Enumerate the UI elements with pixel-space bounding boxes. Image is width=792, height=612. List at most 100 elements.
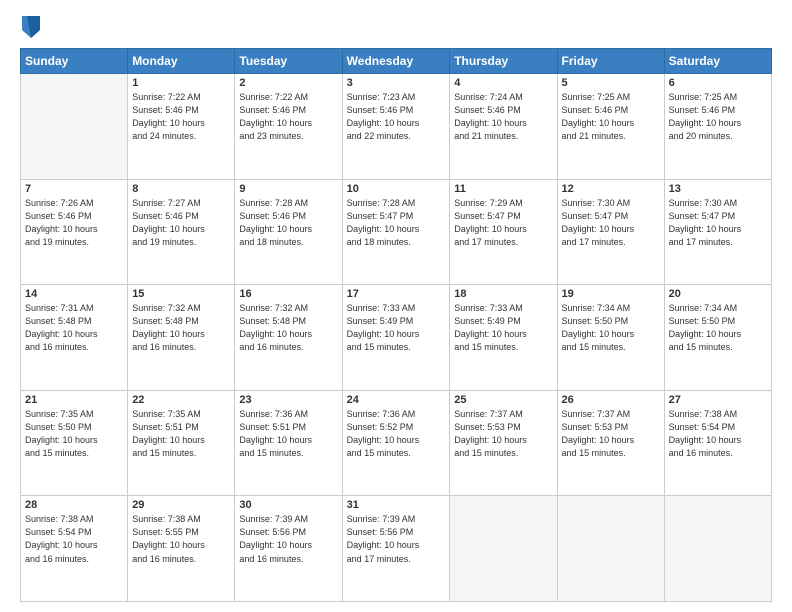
calendar-cell: 26Sunrise: 7:37 AM Sunset: 5:53 PM Dayli… bbox=[557, 390, 664, 496]
day-info: Sunrise: 7:28 AM Sunset: 5:46 PM Dayligh… bbox=[239, 197, 337, 249]
weekday-header-row: SundayMondayTuesdayWednesdayThursdayFrid… bbox=[21, 49, 772, 74]
calendar-cell: 19 Sunrise: 7:34 AM Sunset: 5:50 PM Dayli… bbox=[557, 285, 664, 391]
day-number: 3 bbox=[347, 77, 446, 89]
day-info: Sunrise: 7:26 AM Sunset: 5:46 PM Dayligh… bbox=[25, 197, 123, 249]
day-info: Sunrise: 7:35 AM Sunset: 5:51 PM Dayligh… bbox=[132, 408, 230, 460]
day-info: Sunrise: 7:34 AM Sunset: 5:50 PM Dayligh… bbox=[669, 302, 767, 354]
calendar-cell: 17 Sunrise: 7:33 AM Sunset: 5:49 PM Dayli… bbox=[342, 285, 450, 391]
calendar-cell: 2Sunrise: 7:22 AM Sunset: 5:46 PM Daylig… bbox=[235, 74, 342, 180]
weekday-header-wednesday: Wednesday bbox=[342, 49, 450, 74]
day-info: Sunrise: 7:34 AM Sunset: 5:50 PM Dayligh… bbox=[562, 302, 660, 354]
calendar-cell: 3 Sunrise: 7:23 AM Sunset: 5:46 PM Daylig… bbox=[342, 74, 450, 180]
week-row-1: 7 Sunrise: 7:26 AM Sunset: 5:46 PM Daylig… bbox=[21, 179, 772, 285]
day-number: 17 bbox=[347, 288, 446, 300]
calendar-cell: 12 Sunrise: 7:30 AM Sunset: 5:47 PM Dayli… bbox=[557, 179, 664, 285]
day-number: 22 bbox=[132, 394, 230, 406]
week-row-4: 28 Sunrise: 7:38 AM Sunset: 5:54 PM Dayli… bbox=[21, 496, 772, 602]
calendar-cell: 31Sunrise: 7:39 AM Sunset: 5:56 PM Dayli… bbox=[342, 496, 450, 602]
calendar-cell: 8 Sunrise: 7:27 AM Sunset: 5:46 PM Daylig… bbox=[128, 179, 235, 285]
day-info: Sunrise: 7:36 AM Sunset: 5:51 PM Dayligh… bbox=[239, 408, 337, 460]
day-number: 25 bbox=[454, 394, 552, 406]
day-info: Sunrise: 7:25 AM Sunset: 5:46 PM Dayligh… bbox=[562, 91, 660, 143]
day-number: 9 bbox=[239, 183, 337, 195]
calendar-cell bbox=[664, 496, 771, 602]
day-number: 21 bbox=[25, 394, 123, 406]
day-info: Sunrise: 7:33 AM Sunset: 5:49 PM Dayligh… bbox=[347, 302, 446, 354]
day-info: Sunrise: 7:27 AM Sunset: 5:46 PM Dayligh… bbox=[132, 197, 230, 249]
week-row-3: 21 Sunrise: 7:35 AM Sunset: 5:50 PM Dayli… bbox=[21, 390, 772, 496]
day-info: Sunrise: 7:33 AM Sunset: 5:49 PM Dayligh… bbox=[454, 302, 552, 354]
day-number: 28 bbox=[25, 499, 123, 511]
page: SundayMondayTuesdayWednesdayThursdayFrid… bbox=[0, 0, 792, 612]
weekday-header-monday: Monday bbox=[128, 49, 235, 74]
day-number: 2 bbox=[239, 77, 337, 89]
day-number: 18 bbox=[454, 288, 552, 300]
calendar-cell: 6 Sunrise: 7:25 AM Sunset: 5:46 PM Daylig… bbox=[664, 74, 771, 180]
calendar-table: SundayMondayTuesdayWednesdayThursdayFrid… bbox=[20, 48, 772, 602]
calendar-cell: 25 Sunrise: 7:37 AM Sunset: 5:53 PM Dayli… bbox=[450, 390, 557, 496]
calendar-cell: 10 Sunrise: 7:28 AM Sunset: 5:47 PM Dayli… bbox=[342, 179, 450, 285]
day-info: Sunrise: 7:32 AM Sunset: 5:48 PM Dayligh… bbox=[132, 302, 230, 354]
day-number: 12 bbox=[562, 183, 660, 195]
day-info: Sunrise: 7:38 AM Sunset: 5:54 PM Dayligh… bbox=[669, 408, 767, 460]
day-info: Sunrise: 7:38 AM Sunset: 5:54 PM Dayligh… bbox=[25, 513, 123, 565]
calendar-cell: 1Sunrise: 7:22 AM Sunset: 5:46 PM Daylig… bbox=[128, 74, 235, 180]
day-number: 4 bbox=[454, 77, 552, 89]
calendar-cell: 27Sunrise: 7:38 AM Sunset: 5:54 PM Dayli… bbox=[664, 390, 771, 496]
day-number: 24 bbox=[347, 394, 446, 406]
weekday-header-sunday: Sunday bbox=[21, 49, 128, 74]
day-number: 10 bbox=[347, 183, 446, 195]
day-info: Sunrise: 7:32 AM Sunset: 5:48 PM Dayligh… bbox=[239, 302, 337, 354]
day-number: 5 bbox=[562, 77, 660, 89]
calendar-cell bbox=[557, 496, 664, 602]
logo-text bbox=[20, 16, 42, 38]
logo bbox=[20, 16, 42, 38]
calendar-cell: 4Sunrise: 7:24 AM Sunset: 5:46 PM Daylig… bbox=[450, 74, 557, 180]
calendar-cell: 5 Sunrise: 7:25 AM Sunset: 5:46 PM Daylig… bbox=[557, 74, 664, 180]
day-number: 19 bbox=[562, 288, 660, 300]
week-row-0: 1Sunrise: 7:22 AM Sunset: 5:46 PM Daylig… bbox=[21, 74, 772, 180]
calendar-cell bbox=[450, 496, 557, 602]
day-info: Sunrise: 7:25 AM Sunset: 5:46 PM Dayligh… bbox=[669, 91, 767, 143]
calendar-cell: 23Sunrise: 7:36 AM Sunset: 5:51 PM Dayli… bbox=[235, 390, 342, 496]
calendar-cell: 28 Sunrise: 7:38 AM Sunset: 5:54 PM Dayli… bbox=[21, 496, 128, 602]
calendar-cell: 21 Sunrise: 7:35 AM Sunset: 5:50 PM Dayli… bbox=[21, 390, 128, 496]
day-info: Sunrise: 7:37 AM Sunset: 5:53 PM Dayligh… bbox=[454, 408, 552, 460]
calendar-cell: 9 Sunrise: 7:28 AM Sunset: 5:46 PM Daylig… bbox=[235, 179, 342, 285]
day-number: 1 bbox=[132, 77, 230, 89]
day-info: Sunrise: 7:28 AM Sunset: 5:47 PM Dayligh… bbox=[347, 197, 446, 249]
day-info: Sunrise: 7:39 AM Sunset: 5:56 PM Dayligh… bbox=[239, 513, 337, 565]
day-number: 30 bbox=[239, 499, 337, 511]
day-number: 20 bbox=[669, 288, 767, 300]
calendar-cell: 16 Sunrise: 7:32 AM Sunset: 5:48 PM Dayli… bbox=[235, 285, 342, 391]
day-info: Sunrise: 7:30 AM Sunset: 5:47 PM Dayligh… bbox=[562, 197, 660, 249]
calendar-cell bbox=[21, 74, 128, 180]
day-info: Sunrise: 7:36 AM Sunset: 5:52 PM Dayligh… bbox=[347, 408, 446, 460]
day-number: 16 bbox=[239, 288, 337, 300]
calendar-cell: 13Sunrise: 7:30 AM Sunset: 5:47 PM Dayli… bbox=[664, 179, 771, 285]
day-info: Sunrise: 7:38 AM Sunset: 5:55 PM Dayligh… bbox=[132, 513, 230, 565]
header bbox=[20, 16, 772, 38]
calendar-cell: 20 Sunrise: 7:34 AM Sunset: 5:50 PM Dayli… bbox=[664, 285, 771, 391]
day-info: Sunrise: 7:35 AM Sunset: 5:50 PM Dayligh… bbox=[25, 408, 123, 460]
day-number: 31 bbox=[347, 499, 446, 511]
day-number: 6 bbox=[669, 77, 767, 89]
day-number: 7 bbox=[25, 183, 123, 195]
weekday-header-friday: Friday bbox=[557, 49, 664, 74]
day-number: 13 bbox=[669, 183, 767, 195]
day-number: 26 bbox=[562, 394, 660, 406]
day-info: Sunrise: 7:31 AM Sunset: 5:48 PM Dayligh… bbox=[25, 302, 123, 354]
calendar-cell: 15Sunrise: 7:32 AM Sunset: 5:48 PM Dayli… bbox=[128, 285, 235, 391]
calendar-cell: 24 Sunrise: 7:36 AM Sunset: 5:52 PM Dayli… bbox=[342, 390, 450, 496]
calendar-cell: 14 Sunrise: 7:31 AM Sunset: 5:48 PM Dayli… bbox=[21, 285, 128, 391]
week-row-2: 14 Sunrise: 7:31 AM Sunset: 5:48 PM Dayli… bbox=[21, 285, 772, 391]
calendar-cell: 22 Sunrise: 7:35 AM Sunset: 5:51 PM Dayli… bbox=[128, 390, 235, 496]
calendar-cell: 29 Sunrise: 7:38 AM Sunset: 5:55 PM Dayli… bbox=[128, 496, 235, 602]
day-number: 8 bbox=[132, 183, 230, 195]
day-number: 14 bbox=[25, 288, 123, 300]
calendar-cell: 11Sunrise: 7:29 AM Sunset: 5:47 PM Dayli… bbox=[450, 179, 557, 285]
day-info: Sunrise: 7:23 AM Sunset: 5:46 PM Dayligh… bbox=[347, 91, 446, 143]
calendar-cell: 18 Sunrise: 7:33 AM Sunset: 5:49 PM Dayli… bbox=[450, 285, 557, 391]
day-number: 29 bbox=[132, 499, 230, 511]
calendar-cell: 30 Sunrise: 7:39 AM Sunset: 5:56 PM Dayli… bbox=[235, 496, 342, 602]
